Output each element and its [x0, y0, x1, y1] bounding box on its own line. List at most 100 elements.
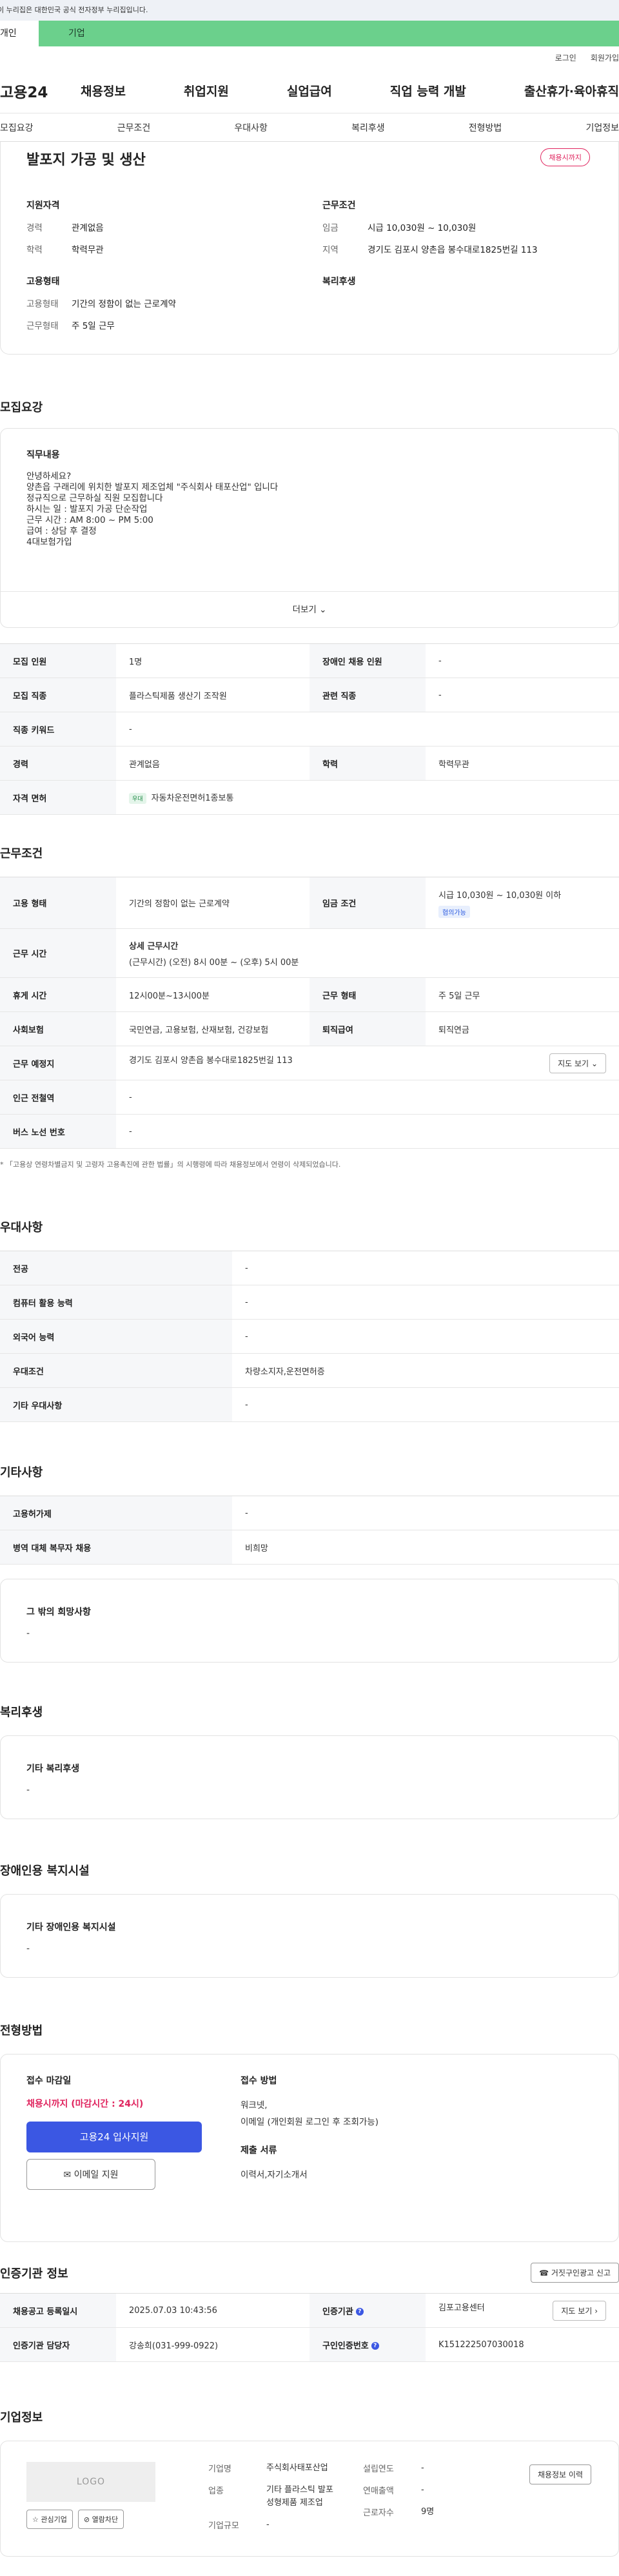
insurance-value: 국민연금, 고용보험, 산재보험, 건강보험	[116, 1011, 310, 1046]
site-logo[interactable]: 고용24	[0, 80, 81, 102]
join-link[interactable]: 회원가입	[591, 52, 619, 63]
method-line: 워크넷,	[241, 2100, 268, 2111]
disabled-fac-box: 기타 장애인용 복지시설 -	[0, 1894, 619, 1978]
break-label: 휴게 시간	[0, 977, 116, 1012]
report-false-ad-button[interactable]: ☎ 거짓구인광고 신고	[531, 2263, 619, 2283]
table-row: 병역 대체 복무자 채용 비희망	[0, 1530, 619, 1565]
recruit-title: 모집요강	[0, 401, 43, 415]
duty-heading: 직무내용	[26, 450, 60, 460]
duty-line: 근무 시간 : AM 8:00 ~ PM 5:00	[26, 515, 153, 525]
report-label: 거짓구인광고 신고	[551, 2269, 611, 2278]
cert-no-label: 구인인증번호	[322, 2341, 369, 2351]
table-row: 고용허가제 -	[0, 1496, 619, 1530]
table-row: 모집 직종 플라스틱제품 생산기 조작원 관련 직종 -	[0, 678, 619, 712]
tab-individual[interactable]: 개인	[0, 21, 39, 46]
emp-type-row-label: 고용 형태	[0, 877, 116, 929]
anchor-pref[interactable]: 우대사항	[234, 121, 268, 134]
co-sales-value: -	[421, 2485, 424, 2495]
agency-map-label: 지도 보기	[561, 2306, 593, 2316]
email-apply-button[interactable]: ✉ 이메일 지원	[26, 2159, 155, 2190]
table-row: 채용공고 등록일시 2025.07.03 10:43:56 인증기관? 김포고용…	[0, 2293, 619, 2328]
agency-cell: 김포고용센터 지도 보기 ›	[426, 2293, 619, 2328]
wage-row-label: 임금 조건	[310, 877, 426, 929]
help-icon[interactable]: ?	[371, 2342, 379, 2350]
method-line: 이메일 (개인회원 로그인 후 조회가능)	[241, 2117, 378, 2127]
qualification-heading: 지원자격	[26, 200, 60, 211]
hope-value: -	[26, 1628, 30, 1639]
welfare-section: 복리후생 기타 복리후생 -	[0, 1703, 619, 1819]
emp-type-value: 기간의 정함이 없는 근로계약	[72, 299, 176, 309]
table-row: 외국어 능력 -	[0, 1319, 619, 1354]
chevron-right-icon: ›	[594, 2306, 598, 2316]
pref-cond-value: 차량소지자,운전면허증	[232, 1353, 619, 1388]
etc-title: 기타사항	[0, 1466, 43, 1479]
gnb-item-parental-leave[interactable]: 출산휴가·육아휴직	[524, 82, 619, 99]
cert-section: 인증기관 정보 ☎ 거짓구인광고 신고 채용공고 등록일시 2025.07.03…	[0, 2263, 619, 2362]
gnb-item-employment-support[interactable]: 취업지원	[184, 82, 229, 99]
anchor-work[interactable]: 근무조건	[117, 121, 151, 134]
anchor-apply[interactable]: 전형방법	[469, 121, 502, 134]
star-icon: ☆	[32, 2515, 39, 2524]
edu-row-value: 학력무관	[426, 746, 619, 781]
pc-value: -	[232, 1285, 619, 1320]
pref-cond-label: 우대조건	[0, 1353, 232, 1388]
major-value: -	[232, 1251, 619, 1285]
bus-value: -	[116, 1114, 619, 1149]
anchor-welfare[interactable]: 복리후생	[351, 121, 385, 134]
map-button[interactable]: 지도 보기 ⌄	[549, 1053, 606, 1073]
table-row: 전공 -	[0, 1251, 619, 1285]
co-year-label: 설립연도	[363, 2464, 394, 2474]
company-logo-placeholder: LOGO	[26, 2462, 155, 2502]
favorite-company-button[interactable]: ☆ 관심기업	[26, 2510, 73, 2529]
work-section: 근무조건 고용 형태 기간의 정함이 없는 근로계약 임금 조건 시급 10,0…	[0, 844, 619, 1169]
apply-button[interactable]: 고용24 입사지원	[26, 2122, 202, 2152]
insurance-label: 사회보험	[0, 1011, 116, 1046]
more-button[interactable]: 더보기 ⌄	[1, 591, 618, 627]
login-link[interactable]: 로그인	[555, 52, 576, 63]
favorite-label: 관심기업	[41, 2515, 67, 2524]
area-label: 지역	[322, 245, 339, 255]
util-links: 로그인 회원가입	[0, 46, 619, 68]
apply-title: 전형방법	[0, 2024, 43, 2038]
job-value: 플라스틱제품 생산기 조작원	[116, 678, 310, 712]
table-row: 버스 노선 번호 -	[0, 1114, 619, 1149]
welfare-heading: 복리후생	[322, 277, 356, 287]
license-cell: 우대 자동차운전면허1종보통	[116, 780, 619, 815]
emp-type-label: 고용형태	[26, 299, 59, 309]
gnb-item-unemployment-benefit[interactable]: 실업급여	[287, 82, 332, 99]
hope-box: 그 밖의 희망사항 -	[0, 1579, 619, 1663]
reg-date-value: 2025.07.03 10:43:56	[116, 2293, 310, 2328]
co-name-value: 주식회사태포산업	[266, 2463, 328, 2473]
anchor-recruit[interactable]: 모집요강	[0, 121, 34, 134]
global-nav: 고용24 채용정보 취업지원 실업급여 직업 능력 개발 출산휴가·육아휴직	[0, 68, 619, 113]
place-label: 근무 예정지	[0, 1046, 116, 1080]
welfare-box-value: -	[26, 1785, 30, 1795]
cert-title: 인증기관 정보	[0, 2267, 68, 2281]
table-row: 기타 우대사항 -	[0, 1387, 619, 1422]
docs-value: 이력서,자기소개서	[241, 2170, 308, 2180]
recruit-history-button[interactable]: 채용정보 이력	[529, 2464, 591, 2484]
duty-line: 하시는 일 : 발포지 가공 단순작업	[26, 504, 148, 514]
block-view-button[interactable]: ⊘ 열람차단	[77, 2510, 124, 2529]
tab-corporate[interactable]: 기업	[39, 21, 619, 46]
agency-map-button[interactable]: 지도 보기 ›	[553, 2300, 606, 2321]
help-icon[interactable]: ?	[355, 2308, 364, 2316]
military-value: 비희망	[232, 1530, 619, 1565]
co-staff-value: 9명	[421, 2507, 435, 2517]
gnb-item-jobs[interactable]: 채용정보	[81, 82, 126, 99]
related-value: -	[426, 678, 619, 712]
disabled-label: 장애인 채용 인원	[310, 643, 426, 678]
gnb-item-skill-development[interactable]: 직업 능력 개발	[390, 82, 466, 99]
pref-table: 전공 - 컴퓨터 활용 능력 - 외국어 능력 - 우대조건 차량소지자,운전면허증 기…	[0, 1251, 619, 1422]
apply-section: 전형방법 접수 마감일 채용시까지 (마감시간 : 24시) 고용24 입사지원…	[0, 2022, 619, 2242]
manager-label: 인증기관 담당자	[0, 2327, 116, 2362]
co-industry-label: 업종	[208, 2486, 224, 2496]
retire-label: 퇴직급여	[310, 1011, 426, 1046]
pc-label: 컴퓨터 활용 능력	[0, 1285, 232, 1320]
anchor-company[interactable]: 기업정보	[585, 121, 619, 134]
table-row: 사회보험 국민연금, 고용보험, 산재보험, 건강보험 퇴직급여 퇴직연금	[0, 1011, 619, 1046]
career-label: 경력	[26, 223, 43, 233]
etc-section: 기타사항 고용허가제 - 병역 대체 복무자 채용 비희망 그 밖의 희망사항 -	[0, 1463, 619, 1663]
duty-line: 급여 : 상담 후 결정	[26, 526, 97, 536]
deadline-badge: 채용시까지	[540, 148, 590, 166]
